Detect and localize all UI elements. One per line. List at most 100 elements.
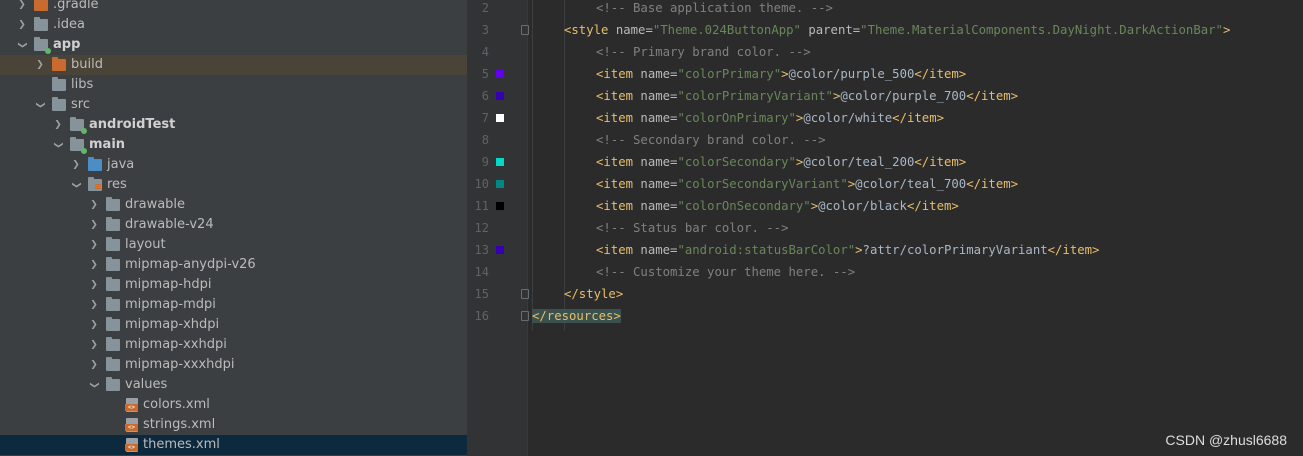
- tree-item-values[interactable]: ❯ values: [0, 375, 467, 395]
- chevron-down-icon[interactable]: ❯: [84, 379, 104, 391]
- code-line[interactable]: <item name="colorPrimary">@color/purple_…: [596, 63, 966, 85]
- tree-item-label: drawable-v24: [125, 217, 214, 232]
- code-line[interactable]: <!-- Status bar color. -->: [596, 217, 789, 239]
- tree-item-mipmap-xhdpi[interactable]: ❯ mipmap-xhdpi: [0, 315, 467, 335]
- tree-item-label: colors.xml: [143, 397, 210, 412]
- tree-item-colors-xml[interactable]: <> colors.xml: [0, 395, 467, 415]
- tree-item-mipmap-mdpi[interactable]: ❯ mipmap-mdpi: [0, 295, 467, 315]
- tree-item-mipmap-hdpi[interactable]: ❯ mipmap-hdpi: [0, 275, 467, 295]
- code-line[interactable]: <!-- Base application theme. -->: [596, 0, 833, 19]
- folder-icon: [34, 0, 48, 11]
- tree-item-androidtest[interactable]: ❯ androidTest: [0, 115, 467, 135]
- chevron-right-icon[interactable]: ❯: [16, 0, 28, 15]
- code-line[interactable]: <!-- Primary brand color. -->: [596, 41, 811, 63]
- code-token-tag: <item: [596, 89, 641, 103]
- folder-icon: [52, 77, 66, 91]
- code-token-tag: </item>: [1047, 243, 1100, 257]
- gutter-line: 16: [467, 305, 529, 327]
- chevron-right-icon[interactable]: ❯: [88, 215, 100, 235]
- tree-item-label: layout: [125, 237, 166, 252]
- tree-item-label: res: [107, 177, 127, 192]
- tree-item-build[interactable]: ❯ build: [0, 55, 467, 75]
- chevron-right-icon[interactable]: ❯: [34, 55, 46, 75]
- chevron-down-icon[interactable]: ❯: [66, 179, 86, 191]
- code-line[interactable]: <item name="colorPrimaryVariant">@color/…: [596, 85, 1018, 107]
- color-swatch-icon[interactable]: [496, 158, 504, 166]
- tree-item-libs[interactable]: libs: [0, 75, 467, 95]
- gutter-line: 7: [467, 107, 527, 129]
- module-indicator-icon: [45, 48, 51, 54]
- tree-item-main[interactable]: ❯ main: [0, 135, 467, 155]
- color-swatch-icon[interactable]: [496, 202, 504, 210]
- code-token-tag: </item>: [966, 177, 1019, 191]
- line-number: 2: [481, 1, 489, 15]
- code-token-attr: name=: [640, 199, 678, 213]
- tree-item-label: values: [125, 377, 168, 392]
- code-token-tag: >: [781, 67, 789, 81]
- chevron-right-icon[interactable]: ❯: [88, 335, 100, 355]
- line-number: 10: [474, 177, 489, 191]
- tree-item-label: mipmap-hdpi: [125, 277, 212, 292]
- code-line[interactable]: <item name="colorSecondaryVariant">@colo…: [596, 173, 1018, 195]
- gutter-line: 5: [467, 63, 527, 85]
- tree-item-app[interactable]: ❯ app: [0, 35, 467, 55]
- tree-item-idea[interactable]: ❯ .idea: [0, 15, 467, 35]
- code-token-tag: </item>: [892, 111, 944, 125]
- folder-icon: [88, 157, 102, 171]
- code-line[interactable]: <item name="colorOnPrimary">@color/white…: [596, 107, 944, 129]
- tree-item-label: androidTest: [89, 117, 176, 132]
- chevron-down-icon[interactable]: ❯: [30, 99, 50, 111]
- chevron-down-icon[interactable]: ❯: [12, 39, 32, 51]
- code-editor[interactable]: <!-- Base application theme. --> <style n…: [528, 0, 1303, 456]
- gutter-line: 8: [467, 129, 527, 151]
- chevron-right-icon[interactable]: ❯: [88, 195, 100, 215]
- tree-item-src[interactable]: ❯ src: [0, 95, 467, 115]
- chevron-right-icon[interactable]: ❯: [52, 115, 64, 135]
- tree-item-gradle[interactable]: ❯ .gradle: [0, 0, 467, 15]
- code-line[interactable]: </resources>: [532, 305, 621, 327]
- color-swatch-icon[interactable]: [496, 92, 504, 100]
- chevron-right-icon[interactable]: ❯: [16, 15, 28, 35]
- chevron-right-icon[interactable]: ❯: [88, 255, 100, 275]
- tree-item-themes-xml[interactable]: <> themes.xml: [0, 435, 467, 455]
- code-token-tag: </style>: [564, 287, 624, 301]
- code-line[interactable]: <item name="colorSecondary">@color/teal_…: [596, 151, 966, 173]
- code-token-text: @color/black: [818, 199, 907, 213]
- tree-item-label: libs: [71, 77, 94, 92]
- chevron-right-icon[interactable]: ❯: [70, 155, 82, 175]
- code-token-com: <!-- Customize your theme here. -->: [596, 265, 856, 279]
- code-line[interactable]: <style name="Theme.024ButtonApp" parent=…: [564, 19, 1230, 41]
- tree-item-strings-xml[interactable]: <> strings.xml: [0, 415, 467, 435]
- tree-item-mipmap-xxhdpi[interactable]: ❯ mipmap-xxhdpi: [0, 335, 467, 355]
- code-line[interactable]: </style>: [564, 283, 623, 305]
- code-line[interactable]: <item name="colorOnSecondary">@color/bla…: [596, 195, 959, 217]
- color-swatch-icon[interactable]: [496, 70, 504, 78]
- chevron-right-icon[interactable]: ❯: [88, 315, 100, 335]
- code-line[interactable]: <item name="android:statusBarColor">?att…: [596, 239, 1099, 261]
- tree-item-drawable[interactable]: ❯ drawable: [0, 195, 467, 215]
- folder-icon: [106, 297, 120, 311]
- gutter-line: 11: [467, 195, 527, 217]
- tree-item-mipmap-anydpi-v26[interactable]: ❯ mipmap-anydpi-v26: [0, 255, 467, 275]
- code-line[interactable]: <!-- Customize your theme here. -->: [596, 261, 855, 283]
- chevron-right-icon[interactable]: ❯: [88, 275, 100, 295]
- line-number: 11: [474, 199, 489, 213]
- line-number: 8: [481, 133, 489, 147]
- tree-item-res[interactable]: ❯ res: [0, 175, 467, 195]
- color-swatch-icon[interactable]: [496, 180, 504, 188]
- code-token-tag: <style: [564, 23, 616, 37]
- tree-item-layout[interactable]: ❯ layout: [0, 235, 467, 255]
- color-swatch-icon[interactable]: [496, 246, 504, 254]
- color-swatch-icon[interactable]: [496, 114, 504, 122]
- chevron-right-icon[interactable]: ❯: [88, 235, 100, 255]
- code-line[interactable]: <!-- Secondary brand color. -->: [596, 129, 826, 151]
- tree-item-label: build: [71, 57, 103, 72]
- chevron-right-icon[interactable]: ❯: [88, 295, 100, 315]
- code-token-tag: <item: [596, 243, 641, 257]
- chevron-right-icon[interactable]: ❯: [88, 355, 100, 375]
- tree-item-drawable-v24[interactable]: ❯ drawable-v24: [0, 215, 467, 235]
- tree-item-mipmap-xxxhdpi[interactable]: ❯ mipmap-xxxhdpi: [0, 355, 467, 375]
- chevron-down-icon[interactable]: ❯: [48, 139, 68, 151]
- tree-item-java[interactable]: ❯ java: [0, 155, 467, 175]
- code-token-tag: </item>: [906, 199, 959, 213]
